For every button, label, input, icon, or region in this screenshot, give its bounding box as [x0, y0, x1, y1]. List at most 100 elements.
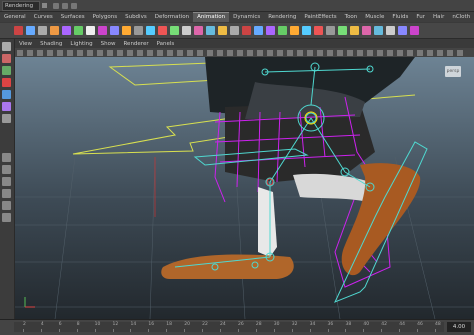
- time-slider-track[interactable]: 2 4 6 8 10 12 14 16 18 20 22 24 26 28 30 32 34 36 38 40 42 44…: [14, 322, 444, 332]
- shelf-tab-subdivs[interactable]: Subdivs: [121, 13, 151, 22]
- shelf-tool-icon[interactable]: [314, 26, 323, 35]
- shelf-tool-icon[interactable]: [14, 26, 23, 35]
- shelf-tool-icon[interactable]: [86, 26, 95, 35]
- panel-toolbar-icon[interactable]: [207, 49, 213, 56]
- panel-toolbar-icon[interactable]: [337, 49, 343, 56]
- shelf-tool-icon[interactable]: [146, 26, 155, 35]
- shelf-tab-fluids[interactable]: Fluids: [388, 13, 412, 22]
- panel-toolbar-icon[interactable]: [107, 49, 113, 56]
- shelf-tool-icon[interactable]: [302, 26, 311, 35]
- panel-toolbar-icon[interactable]: [247, 49, 253, 56]
- graph-layout-icon[interactable]: [2, 213, 11, 222]
- four-pane-layout-icon[interactable]: [2, 165, 11, 174]
- shelf-tab-painteffects[interactable]: PaintEffects: [300, 13, 340, 22]
- panel-toolbar-icon[interactable]: [157, 49, 163, 56]
- open-scene-icon[interactable]: [62, 2, 68, 9]
- side-by-side-layout-icon[interactable]: [2, 177, 11, 186]
- select-tool-icon[interactable]: [2, 42, 11, 51]
- panel-toolbar-icon[interactable]: [367, 49, 373, 56]
- panel-toolbar-icon[interactable]: [447, 49, 453, 56]
- panel-toolbar-icon[interactable]: [347, 49, 353, 56]
- panel-toolbar-icon[interactable]: [417, 49, 423, 56]
- panel-toolbar-icon[interactable]: [117, 49, 123, 56]
- shelf-tool-icon[interactable]: [62, 26, 71, 35]
- new-scene-icon[interactable]: [53, 2, 59, 9]
- shelf-tool-icon[interactable]: [170, 26, 179, 35]
- shelf-tool-icon[interactable]: [38, 26, 47, 35]
- panel-toolbar-icon[interactable]: [457, 49, 463, 56]
- panel-toolbar-icon[interactable]: [197, 49, 203, 56]
- rotate-tool-icon[interactable]: [2, 78, 11, 87]
- lasso-tool-icon[interactable]: [2, 54, 11, 63]
- shelf-tool-icon[interactable]: [194, 26, 203, 35]
- shelf-tool-icon[interactable]: [122, 26, 131, 35]
- move-tool-icon[interactable]: [2, 66, 11, 75]
- shelf-tool-icon[interactable]: [206, 26, 215, 35]
- menu-set-dropdown[interactable]: Rendering: [2, 0, 40, 11]
- shelf-tool-icon[interactable]: [350, 26, 359, 35]
- shelf-tab-muscle[interactable]: Muscle: [361, 13, 388, 22]
- shelf-tool-icon[interactable]: [110, 26, 119, 35]
- panel-toolbar-icon[interactable]: [37, 49, 43, 56]
- panel-toolbar-icon[interactable]: [177, 49, 183, 56]
- panel-toolbar-icon[interactable]: [267, 49, 273, 56]
- shelf-tool-icon[interactable]: [254, 26, 263, 35]
- shelf-tab-animation[interactable]: Animation: [193, 12, 230, 22]
- shelf-tool-icon[interactable]: [410, 26, 419, 35]
- panel-toolbar-icon[interactable]: [377, 49, 383, 56]
- shelf-tool-icon[interactable]: [374, 26, 383, 35]
- stacked-layout-icon[interactable]: [2, 189, 11, 198]
- panel-menu-panels[interactable]: Panels: [153, 41, 179, 47]
- save-scene-icon[interactable]: [71, 2, 77, 9]
- time-slider[interactable]: 2 4 6 8 10 12 14 16 18 20 22 24 26 28 30 32 34 36 38 40 42 44…: [0, 319, 474, 335]
- shelf-tool-icon[interactable]: [218, 26, 227, 35]
- panel-toolbar-icon[interactable]: [397, 49, 403, 56]
- perspective-viewport[interactable]: persp: [15, 57, 474, 319]
- panel-toolbar-icon[interactable]: [427, 49, 433, 56]
- shelf-tool-icon[interactable]: [326, 26, 335, 35]
- panel-toolbar-icon[interactable]: [357, 49, 363, 56]
- panel-toolbar-icon[interactable]: [127, 49, 133, 56]
- panel-toolbar-icon[interactable]: [47, 49, 53, 56]
- shelf-tab-hair[interactable]: Hair: [429, 13, 448, 22]
- panel-toolbar-icon[interactable]: [27, 49, 33, 56]
- panel-toolbar-icon[interactable]: [147, 49, 153, 56]
- shelf-tool-icon[interactable]: [290, 26, 299, 35]
- shelf-tool-icon[interactable]: [398, 26, 407, 35]
- panel-toolbar-icon[interactable]: [437, 49, 443, 56]
- panel-toolbar-icon[interactable]: [287, 49, 293, 56]
- shelf-tab-toon[interactable]: Toon: [341, 13, 362, 22]
- shelf-tool-icon[interactable]: [230, 26, 239, 35]
- shelf-tab-surfaces[interactable]: Surfaces: [57, 13, 89, 22]
- outliner-layout-icon[interactable]: [2, 201, 11, 210]
- panel-toolbar-icon[interactable]: [57, 49, 63, 56]
- panel-toolbar-icon[interactable]: [307, 49, 313, 56]
- panel-toolbar-icon[interactable]: [187, 49, 193, 56]
- shelf-tab-polygons[interactable]: Polygons: [89, 13, 121, 22]
- panel-toolbar-icon[interactable]: [237, 49, 243, 56]
- shelf-tool-icon[interactable]: [362, 26, 371, 35]
- panel-menu-lighting[interactable]: Lighting: [66, 41, 96, 47]
- panel-toolbar-icon[interactable]: [87, 49, 93, 56]
- shelf-tool-icon[interactable]: [98, 26, 107, 35]
- shelf-tool-icon[interactable]: [158, 26, 167, 35]
- panel-menu-view[interactable]: View: [15, 41, 36, 47]
- panel-toolbar-icon[interactable]: [77, 49, 83, 56]
- panel-toolbar-icon[interactable]: [327, 49, 333, 56]
- shelf-tool-icon[interactable]: [50, 26, 59, 35]
- last-tool-icon[interactable]: [2, 114, 11, 123]
- shelf-tool-icon[interactable]: [278, 26, 287, 35]
- shelf-tool-icon[interactable]: [134, 26, 143, 35]
- panel-toolbar-icon[interactable]: [137, 49, 143, 56]
- panel-menu-show[interactable]: Show: [97, 41, 120, 47]
- shelf-tab-dynamics[interactable]: Dynamics: [229, 13, 264, 22]
- shelf-tool-icon[interactable]: [266, 26, 275, 35]
- shelf-tool-icon[interactable]: [242, 26, 251, 35]
- single-pane-layout-icon[interactable]: [2, 153, 11, 162]
- shelf-tool-icon[interactable]: [74, 26, 83, 35]
- shelf-tab-deformation[interactable]: Deformation: [151, 13, 193, 22]
- panel-toolbar-icon[interactable]: [297, 49, 303, 56]
- dropdown-arrow-icon[interactable]: [42, 3, 47, 8]
- manipulator-tool-icon[interactable]: [2, 102, 11, 111]
- shelf-tool-icon[interactable]: [386, 26, 395, 35]
